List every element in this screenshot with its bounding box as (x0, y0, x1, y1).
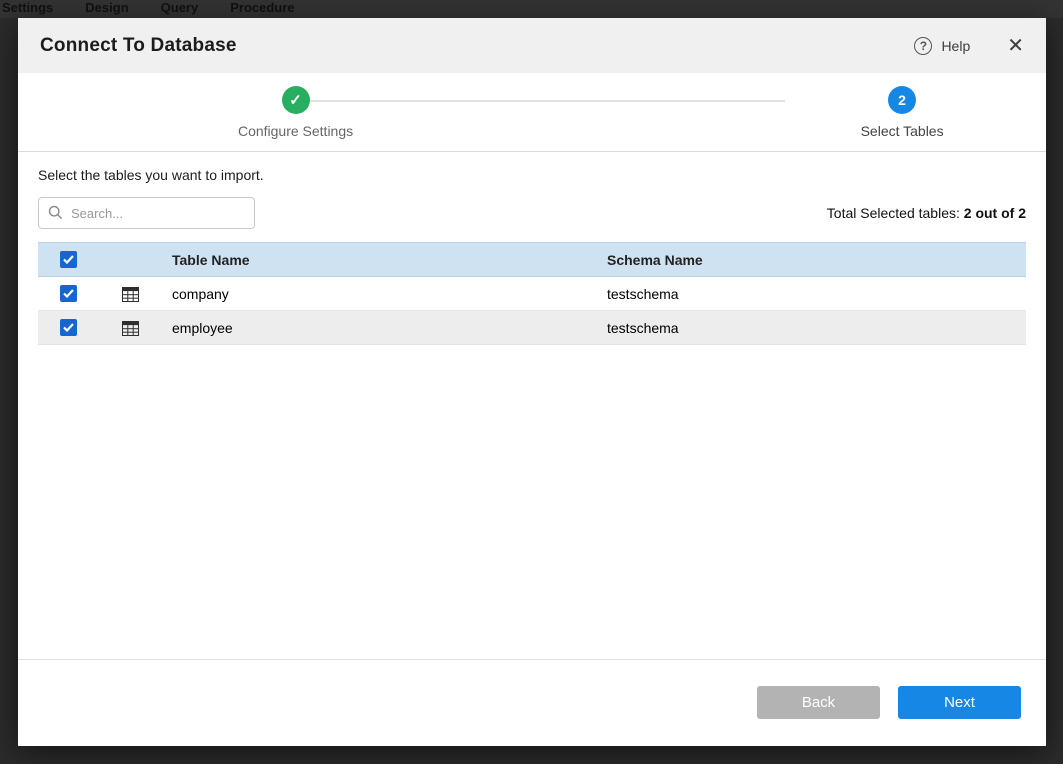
tables-grid: Table Name Schema Name (38, 242, 1026, 345)
selection-summary: Total Selected tables: 2 out of 2 (827, 205, 1026, 221)
schema-name-cell: testschema (597, 277, 1026, 311)
step-label: Configure Settings (238, 123, 353, 139)
check-icon (63, 255, 74, 264)
table-name-cell: employee (162, 311, 597, 345)
table-row[interactable]: employee testschema (38, 311, 1026, 345)
column-header-schema-name: Schema Name (597, 243, 1026, 277)
step-label: Select Tables (861, 123, 944, 139)
background-menubar: Settings Design Query Procedure (0, 0, 1063, 18)
table-header-row: Table Name Schema Name (38, 243, 1026, 277)
next-button[interactable]: Next (898, 686, 1021, 719)
selection-summary-label: Total Selected tables: (827, 205, 964, 221)
close-icon[interactable]: ✕ (1007, 36, 1024, 56)
check-icon (63, 323, 74, 332)
back-button[interactable]: Back (757, 686, 880, 719)
search-box (38, 197, 255, 229)
check-icon: ✓ (289, 91, 302, 109)
table-icon (122, 321, 139, 336)
menu-item-query: Query (161, 0, 199, 15)
step-active-circle: 2 (888, 86, 916, 114)
row-checkbox[interactable] (60, 285, 77, 302)
modal-footer: Back Next (18, 659, 1046, 746)
step-number: 2 (898, 92, 906, 108)
connect-database-modal: Connect To Database ? Help ✕ ✓ Configure… (18, 18, 1046, 746)
schema-name-cell: testschema (597, 311, 1026, 345)
check-icon (63, 289, 74, 298)
menu-item-procedure: Procedure (230, 0, 294, 15)
modal-body: Select the tables you want to import. To… (18, 152, 1046, 659)
modal-title: Connect To Database (40, 35, 237, 57)
column-header-table-name: Table Name (162, 243, 597, 277)
search-input[interactable] (38, 197, 255, 229)
stepper-connector-line (310, 100, 786, 102)
step-select-tables: 2 Select Tables (511, 86, 1046, 139)
stepper: ✓ Configure Settings 2 Select Tables (18, 73, 1046, 152)
select-all-checkbox[interactable] (60, 251, 77, 268)
table-row[interactable]: company testschema (38, 277, 1026, 311)
step-configure-settings: ✓ Configure Settings (18, 86, 532, 139)
menu-item-design: Design (85, 0, 128, 15)
search-icon (48, 205, 63, 220)
table-icon (122, 287, 139, 302)
row-checkbox[interactable] (60, 319, 77, 336)
selection-summary-value: 2 out of 2 (964, 205, 1026, 221)
menu-item-settings: Settings (2, 0, 53, 15)
modal-header: Connect To Database ? Help ✕ (18, 18, 1046, 73)
help-icon[interactable]: ? (914, 37, 932, 55)
help-label[interactable]: Help (941, 38, 970, 54)
step-complete-circle: ✓ (282, 86, 310, 114)
table-name-cell: company (162, 277, 597, 311)
instruction-text: Select the tables you want to import. (38, 167, 1026, 183)
